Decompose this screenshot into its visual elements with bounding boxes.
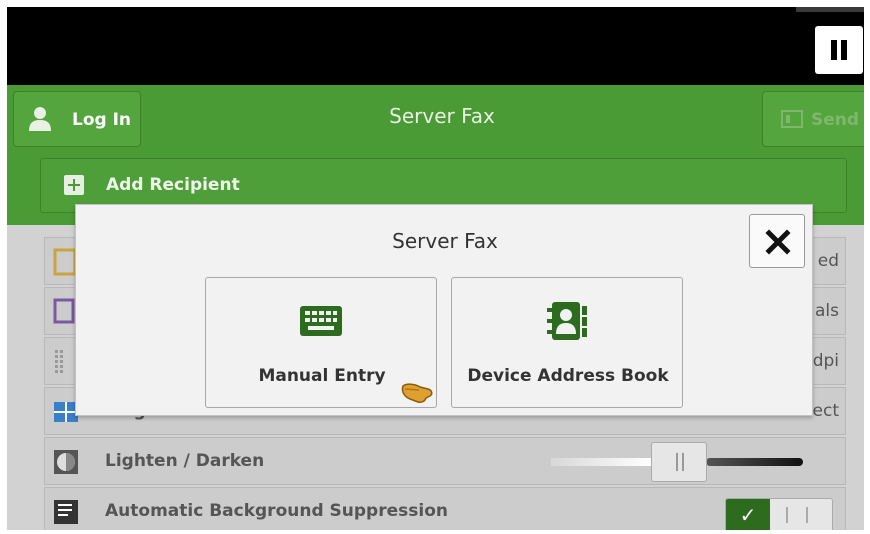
send-button[interactable]: Send bbox=[762, 91, 864, 147]
setting-value: dpi bbox=[812, 351, 839, 371]
device-address-book-button[interactable]: Device Address Book bbox=[451, 277, 683, 408]
close-button[interactable] bbox=[749, 214, 805, 268]
add-recipient-label: Add Recipient bbox=[106, 175, 240, 195]
keyboard-icon bbox=[300, 306, 342, 336]
login-button[interactable]: Log In bbox=[13, 91, 141, 147]
pause-icon bbox=[831, 40, 837, 60]
page-title: Server Fax bbox=[389, 104, 495, 128]
server-fax-dialog: Server Fax Manual Entry Device Address B… bbox=[75, 204, 813, 416]
pointer-hand-icon bbox=[401, 383, 433, 403]
dialog-title: Server Fax bbox=[392, 229, 498, 253]
device-address-book-label: Device Address Book bbox=[467, 366, 669, 386]
setting-value: ed bbox=[817, 251, 839, 271]
background-suppression-toggle[interactable]: ✓ bbox=[725, 498, 833, 530]
check-icon: ✓ bbox=[726, 499, 770, 530]
close-icon bbox=[765, 229, 791, 255]
setting-row-lighten-darken[interactable]: Lighten / Darken bbox=[44, 437, 846, 485]
setting-label: Lighten / Darken bbox=[105, 451, 265, 471]
user-icon bbox=[29, 107, 51, 131]
lighten-darken-icon bbox=[54, 450, 78, 474]
send-icon bbox=[781, 110, 803, 128]
background-suppression-icon bbox=[54, 500, 78, 524]
top-status-bar bbox=[7, 7, 864, 85]
device-screen: Log In Server Fax Send Add Recipient ed … bbox=[7, 7, 864, 530]
setting-row-background-suppression[interactable]: Automatic Background Suppression ✓ bbox=[44, 487, 846, 530]
pause-button[interactable] bbox=[815, 26, 863, 74]
lighten-darken-slider[interactable] bbox=[551, 442, 803, 482]
send-label: Send bbox=[811, 110, 860, 130]
status-notch bbox=[796, 7, 864, 12]
plus-icon bbox=[64, 175, 84, 195]
slider-thumb[interactable] bbox=[651, 442, 707, 482]
setting-label: Automatic Background Suppression bbox=[105, 501, 448, 521]
login-label: Log In bbox=[72, 110, 132, 130]
address-book-icon bbox=[547, 302, 587, 340]
setting-value: als bbox=[815, 301, 839, 321]
